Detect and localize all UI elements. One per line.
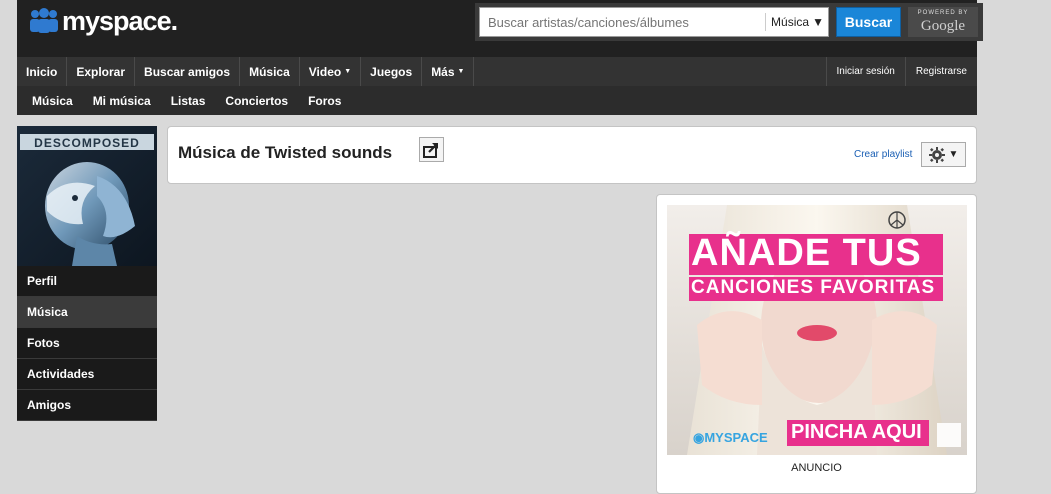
register-link[interactable]: Registrarse (904, 57, 977, 86)
gear-icon (928, 146, 945, 163)
powered-by-google: POWERED BY Google (908, 7, 978, 37)
nav-item-video[interactable]: Video ▼ (300, 57, 362, 86)
side-menu-perfil[interactable]: Perfil (17, 266, 157, 297)
create-playlist-link[interactable]: Crear playlist (854, 149, 912, 160)
sub-nav: Música Mi música Listas Conciertos Foros (17, 86, 977, 115)
album-cover-image: DESCOMPOSED (17, 126, 157, 266)
nav-item-label: Inicio (26, 64, 58, 79)
side-menu-fotos[interactable]: Fotos (17, 328, 157, 359)
main-nav: Inicio Explorar Buscar amigos Música Vid… (17, 57, 977, 86)
ad-myspace-brand: ◉MYSPACE (693, 430, 768, 446)
subnav-item-conciertos[interactable]: Conciertos (215, 94, 298, 108)
ad-play-icon: ◉ (693, 430, 705, 445)
top-header: myspace. Música ▼ Buscar POWERED BY Goog… (17, 0, 983, 57)
subnav-item-listas[interactable]: Listas (161, 94, 216, 108)
search-button[interactable]: Buscar (836, 7, 901, 37)
myspace-logo[interactable]: myspace. (29, 6, 178, 36)
nav-item-label: Música (249, 64, 290, 79)
search-input[interactable] (480, 8, 764, 36)
profile-picture[interactable]: DESCOMPOSED (17, 126, 157, 266)
logo-text: myspace. (62, 6, 178, 36)
nav-item-buscar-amigos[interactable]: Buscar amigos (135, 57, 241, 86)
music-header-card: Música de Twisted sounds Crear playlist … (167, 126, 977, 184)
side-menu-amigos[interactable]: Amigos (17, 390, 157, 421)
side-menu-musica[interactable]: Música (17, 297, 157, 328)
search-category-label: Música (771, 15, 810, 29)
ad-card: AÑADE TUS CANCIONES FAVORITAS ◉MYSPACE P… (656, 194, 977, 494)
ad-label: ANUNCIO (791, 462, 842, 474)
nav-item-label: Más (431, 64, 455, 79)
nav-item-label: Explorar (76, 64, 126, 79)
search-box: Música ▼ (479, 7, 829, 37)
page-title: Música de Twisted sounds (178, 143, 393, 162)
nav-item-juegos[interactable]: Juegos (361, 57, 423, 86)
subnav-item-musica[interactable]: Música (22, 94, 83, 108)
chevron-down-icon: ▼ (812, 15, 824, 29)
settings-dropdown-button[interactable]: ▼ (921, 142, 966, 167)
chevron-down-icon: ▼ (948, 149, 959, 160)
album-title-text: DESCOMPOSED (34, 136, 140, 150)
nav-item-mas[interactable]: Más ▼ (422, 57, 475, 86)
caret-down-icon: ▼ (457, 68, 465, 75)
subnav-item-foros[interactable]: Foros (298, 94, 351, 108)
ad-brand-label: MYSPACE (704, 430, 768, 445)
subnav-item-mi-musica[interactable]: Mi música (83, 94, 161, 108)
nav-item-label: Video (308, 64, 342, 79)
nav-item-label: Juegos (370, 64, 413, 79)
search-area: Música ▼ Buscar POWERED BY Google (475, 3, 983, 41)
ad-cta[interactable]: PINCHA AQUI (791, 421, 922, 444)
google-logo: Google (920, 18, 966, 34)
share-icon (423, 143, 438, 158)
nav-item-inicio[interactable]: Inicio (17, 57, 68, 86)
side-menu-actividades[interactable]: Actividades (17, 359, 157, 390)
ad-subheadline: CANCIONES FAVORITAS (691, 277, 936, 298)
nav-item-musica[interactable]: Música (240, 57, 300, 86)
profile-side-menu: Perfil Música Fotos Actividades Amigos (17, 266, 157, 421)
account-links: Iniciar sesión Registrarse (825, 57, 978, 86)
nav-item-explorar[interactable]: Explorar (67, 57, 136, 86)
nav-item-label: Buscar amigos (144, 64, 231, 79)
caret-down-icon: ▼ (344, 68, 352, 75)
myspace-people-icon (30, 8, 58, 33)
powered-by-label: POWERED BY (917, 10, 969, 16)
search-category-select[interactable]: Música ▼ (765, 13, 829, 31)
ad-headline: AÑADE TUS (691, 232, 922, 274)
share-button[interactable] (419, 137, 444, 162)
ad-banner[interactable]: AÑADE TUS CANCIONES FAVORITAS ◉MYSPACE P… (667, 205, 967, 455)
login-link[interactable]: Iniciar sesión (825, 57, 905, 86)
